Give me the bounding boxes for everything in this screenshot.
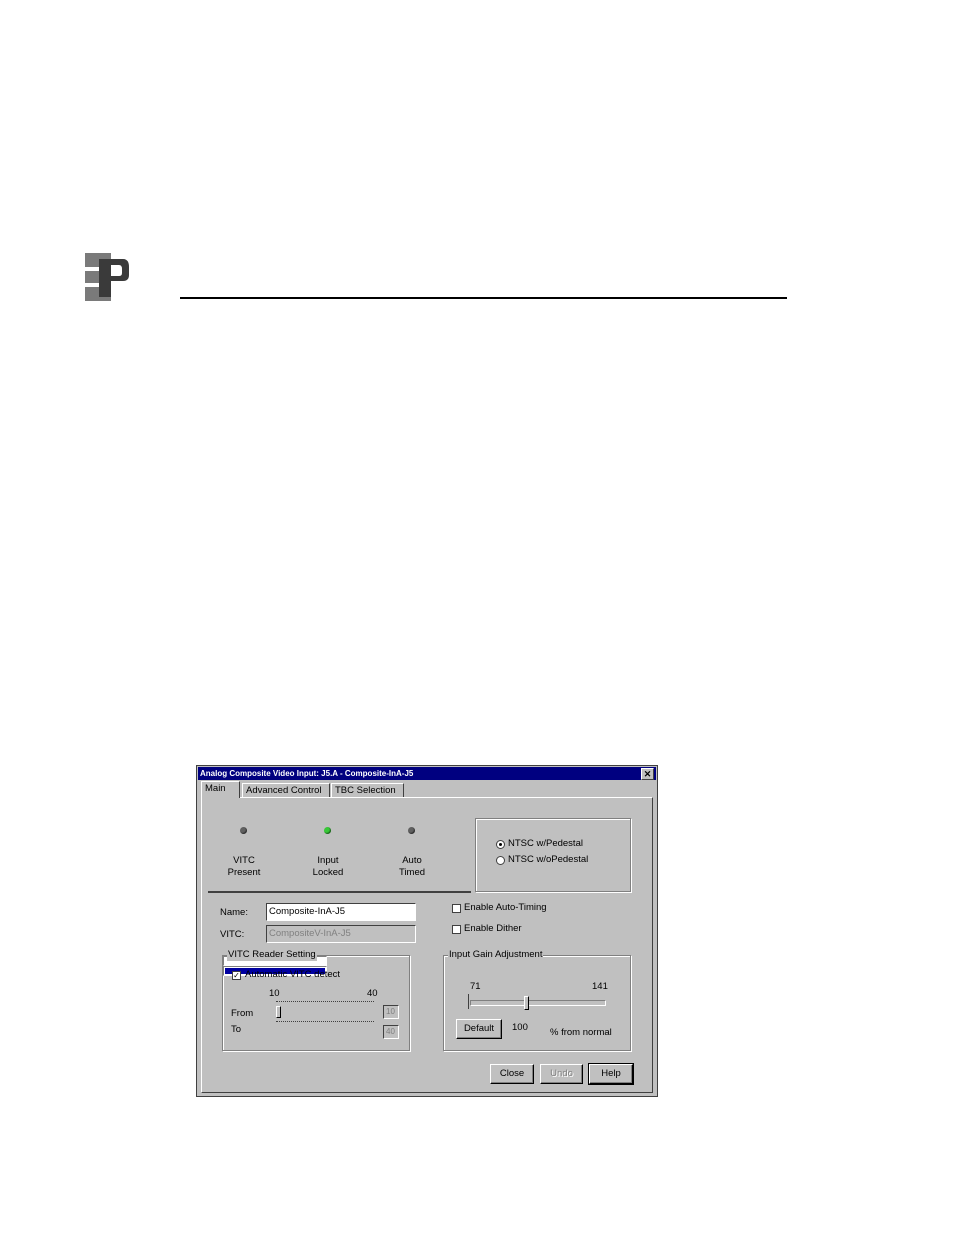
tab-tbc-selection[interactable]: TBC Selection [331, 783, 404, 797]
close-icon[interactable]: ✕ [641, 768, 654, 780]
automatic-vitc-detect-label[interactable]: Automatic VITC detect [245, 969, 340, 981]
vitc-present-line1: VITC [233, 855, 255, 866]
auto-timed-label: Auto Timed [382, 855, 442, 879]
vitc-present-line2: Present [227, 867, 261, 878]
name-input[interactable]: Composite-InA-J5 [266, 903, 416, 921]
gain-units-label: % from normal [550, 1027, 612, 1038]
vitc-present-led-icon [240, 827, 247, 834]
enable-auto-timing-checkbox[interactable] [452, 904, 461, 913]
from-label: From [231, 1008, 254, 1019]
company-logo-icon [85, 253, 129, 301]
input-gain-adjustment-group: Input Gain Adjustment 71 141 Default 100… [443, 949, 631, 1051]
ntsc-without-pedestal-radio[interactable] [496, 856, 505, 865]
dialog-titlebar[interactable]: Analog Composite Video Input: J5.A - Com… [198, 767, 656, 780]
from-slider-ticks [276, 1001, 374, 1004]
gain-slider-thumb[interactable] [523, 996, 529, 1010]
enable-dither-label[interactable]: Enable Dither [464, 923, 522, 935]
input-locked-line2: Locked [312, 867, 344, 878]
input-gain-adjustment-title: Input Gain Adjustment [448, 949, 544, 961]
automatic-vitc-detect-checkbox[interactable]: ✓ [232, 971, 241, 980]
to-value-field: 40 [383, 1025, 399, 1039]
gain-slider-track[interactable] [470, 1000, 606, 1006]
input-locked-label: Input Locked [298, 855, 358, 879]
main-tab-panel: VITC Present Input Locked Auto Timed NTS… [201, 797, 653, 1093]
vitc-scale-min: 10 [269, 988, 280, 999]
tab-advanced-control[interactable]: Advanced Control [242, 783, 330, 797]
undo-button: Undo [540, 1064, 583, 1084]
from-value-field: 10 [383, 1005, 399, 1019]
input-locked-line1: Input [317, 855, 339, 866]
header-rule [180, 297, 787, 299]
ntsc-with-pedestal-radio[interactable] [496, 840, 505, 849]
vitc-reader-setting-title: VITC Reader Setting [227, 949, 317, 961]
help-button[interactable]: Help [588, 1063, 634, 1085]
to-slider-ticks [276, 1021, 374, 1024]
to-label: To [231, 1024, 242, 1035]
vitc-name-label: VITC: [220, 929, 245, 940]
auto-timed-line1: Auto [402, 855, 422, 866]
gain-scale-min: 71 [470, 981, 481, 992]
enable-dither-checkbox[interactable] [452, 925, 461, 934]
vitc-name-input: CompositeV-InA-J5 [266, 925, 416, 943]
auto-timed-line2: Timed [398, 867, 426, 878]
auto-timed-led-icon [408, 827, 415, 834]
tab-main[interactable]: Main [201, 781, 240, 798]
indicator-divider [208, 891, 471, 893]
ntsc-without-pedestal-label[interactable]: NTSC w/oPedestal [508, 854, 588, 866]
dialog-title: Analog Composite Video Input: J5.A - Com… [200, 769, 414, 778]
gain-default-button[interactable]: Default [456, 1019, 502, 1039]
vitc-scale-max: 40 [367, 988, 378, 999]
vitc-present-label: VITC Present [214, 855, 274, 879]
standard-group: NTSC w/Pedestal NTSC w/oPedestal [475, 818, 631, 892]
analog-composite-video-input-dialog: Analog Composite Video Input: J5.A - Com… [196, 765, 658, 1097]
from-slider-thumb[interactable] [276, 1006, 281, 1018]
input-locked-led-icon [324, 827, 331, 834]
ntsc-with-pedestal-label[interactable]: NTSC w/Pedestal [508, 838, 583, 850]
gain-value: 100 [512, 1022, 528, 1033]
enable-auto-timing-label[interactable]: Enable Auto-Timing [464, 902, 547, 914]
name-label: Name: [220, 907, 248, 918]
vitc-reader-setting-group: VITC Reader Setting ✓ Automatic VITC det… [222, 949, 410, 1051]
close-button[interactable]: Close [490, 1064, 534, 1084]
gain-scale-max: 141 [592, 981, 608, 992]
